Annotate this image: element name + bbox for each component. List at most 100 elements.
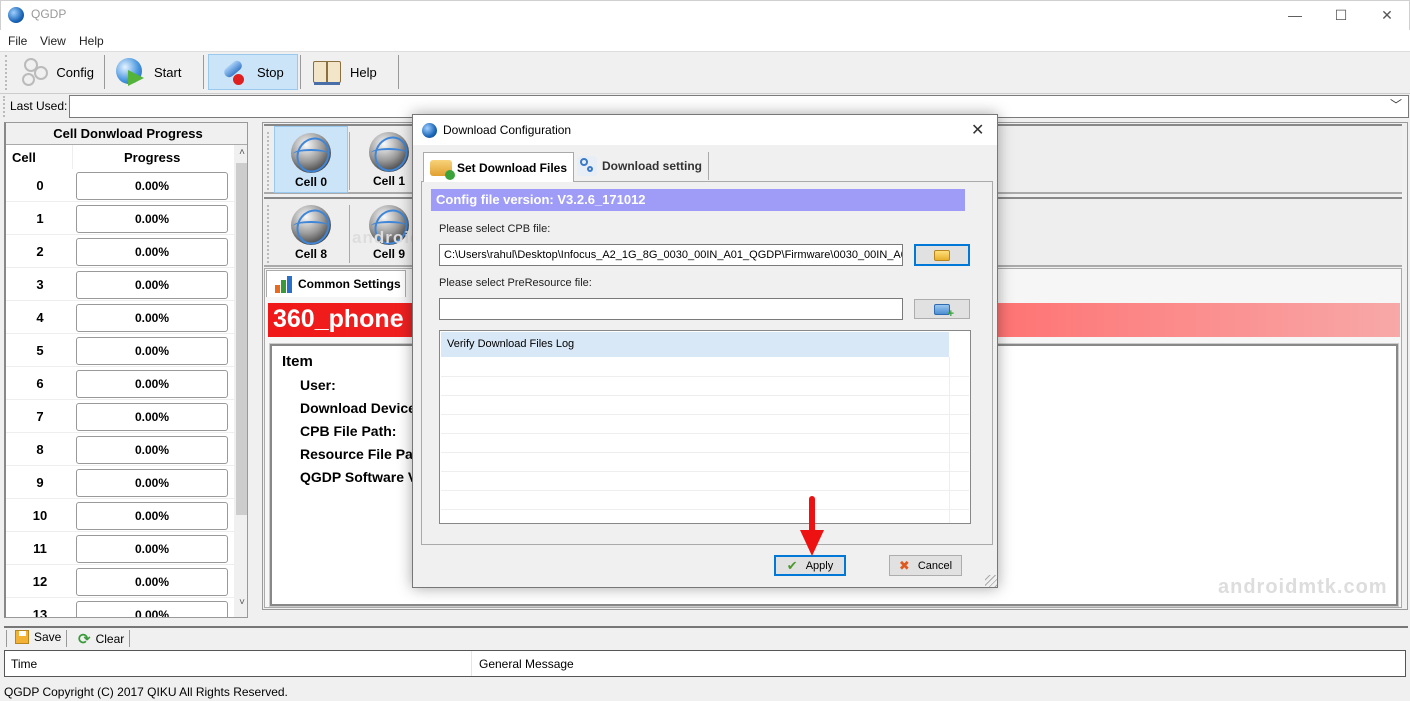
network-globe-icon xyxy=(369,132,409,172)
scroll-up-arrow[interactable]: ˄ xyxy=(236,147,247,158)
save-label: Save xyxy=(34,630,62,644)
tab-download-setting[interactable]: Download setting xyxy=(571,152,709,180)
toolbar-separator xyxy=(300,55,301,89)
cell-progress-row: 13 0.00% xyxy=(6,598,234,617)
vertical-scrollbar[interactable]: ˄ ˅ xyxy=(234,145,247,617)
menu-file[interactable]: File xyxy=(8,34,27,48)
tab-label: Common Settings xyxy=(298,277,401,291)
tab-label: Set Download Files xyxy=(457,160,568,175)
cell-number: 4 xyxy=(36,310,44,325)
apply-label: Apply xyxy=(805,559,834,572)
tab-common-settings[interactable]: Common Settings xyxy=(266,270,406,297)
item-download-device: Download Device xyxy=(300,400,416,416)
cell-progress-title: Cell Donwload Progress xyxy=(6,123,247,145)
cell-progress-value: 0.00% xyxy=(76,601,228,617)
arrow-head xyxy=(800,530,824,556)
cell-progress-row: 4 0.00% xyxy=(6,301,234,334)
cell-number: 12 xyxy=(32,574,48,589)
cancel-button[interactable]: ✖ Cancel xyxy=(889,555,962,576)
scrollbar-thumb[interactable] xyxy=(236,163,247,515)
cell-progress-value: 0.00% xyxy=(76,568,228,596)
resize-grip[interactable] xyxy=(985,575,997,587)
cell-number: 5 xyxy=(36,343,44,358)
folder-add-icon xyxy=(934,303,954,320)
save-button[interactable]: Save xyxy=(15,630,61,644)
cell-progress-value: 0.00% xyxy=(76,535,228,563)
cell-progress-value: 0.00% xyxy=(76,370,228,398)
status-text: QGDP Copyright (C) 2017 QIKU All Rights … xyxy=(4,685,288,699)
red-arrow-annotation xyxy=(800,496,824,556)
start-button[interactable]: Start xyxy=(106,54,202,90)
menu-view[interactable]: View xyxy=(40,34,66,48)
cell-progress-value: 0.00% xyxy=(76,304,228,332)
last-used-label: Last Used: xyxy=(10,99,68,113)
app-globe-icon xyxy=(8,7,24,23)
toolbar-grip[interactable] xyxy=(5,55,8,90)
item-header: Item xyxy=(282,353,313,370)
network-globe-icon xyxy=(291,205,331,245)
cell-label: Cell 0 xyxy=(294,175,327,189)
stop-plug-icon xyxy=(219,58,249,86)
status-bar: QGDP Copyright (C) 2017 QIKU All Rights … xyxy=(0,681,1410,701)
title-bar xyxy=(0,0,1410,30)
download-configuration-dialog: Download Configuration ✕ Set Download Fi… xyxy=(412,114,998,588)
clear-button[interactable]: ⟳ Clear xyxy=(78,630,124,648)
network-globe-icon xyxy=(291,133,331,173)
config-file-version: Config file version: V3.2.6_171012 xyxy=(431,189,965,211)
cell-progress-panel: Cell Donwload Progress Cell Progress 0 0.… xyxy=(4,122,248,618)
cell-number: 7 xyxy=(36,409,44,424)
cell-number: 9 xyxy=(36,475,44,490)
tab-set-download-files[interactable]: Set Download Files xyxy=(423,152,575,182)
maximize-button[interactable]: ☐ xyxy=(1318,0,1364,30)
arrow-shaft xyxy=(809,496,815,534)
cell-progress-row: 12 0.00% xyxy=(6,565,234,598)
cell-progress-value: 0.00% xyxy=(76,403,228,431)
cancel-x-icon: ✖ xyxy=(898,557,910,573)
cpb-file-label: Please select CPB file: xyxy=(439,223,551,235)
browse-preresource-button[interactable] xyxy=(914,299,970,320)
browse-cpb-button[interactable] xyxy=(914,244,970,266)
item-cpb-file-path: CPB File Path: xyxy=(300,423,397,439)
chevron-down-icon[interactable]: ﹀ xyxy=(1390,96,1402,113)
cell-progress-row: 3 0.00% xyxy=(6,268,234,301)
column-header-progress: Progress xyxy=(124,150,181,165)
toolbar-separator xyxy=(203,55,204,89)
config-label: Config xyxy=(56,64,94,80)
cell-number: 2 xyxy=(36,244,44,259)
scroll-down-arrow[interactable]: ˅ xyxy=(236,597,247,608)
verify-log-header: Verify Download Files Log xyxy=(441,332,949,357)
cell-progress-row: 7 0.00% xyxy=(6,400,234,433)
config-button[interactable]: Config xyxy=(12,54,104,90)
help-button[interactable]: Help xyxy=(302,54,398,90)
clear-label: Clear xyxy=(95,632,125,646)
apply-button[interactable]: ✔ Apply xyxy=(774,555,846,576)
cell-progress-row: 1 0.00% xyxy=(6,202,234,235)
cell-progress-row: 5 0.00% xyxy=(6,334,234,367)
cpb-file-input[interactable]: C:\Users\rahul\Desktop\Infocus_A2_1G_8G_… xyxy=(439,244,903,266)
cell-8-button[interactable]: Cell 8 xyxy=(274,199,348,266)
bar-chart-icon xyxy=(275,275,292,293)
refresh-icon: ⟳ xyxy=(78,631,91,648)
cell-progress-row: 11 0.00% xyxy=(6,532,234,565)
floppy-save-icon xyxy=(15,630,29,644)
cell-progress-value: 0.00% xyxy=(76,172,228,200)
cell-progress-value: 0.00% xyxy=(76,205,228,233)
cell-progress-value: 0.00% xyxy=(76,436,228,464)
cell-0-button[interactable]: Cell 0 xyxy=(274,126,348,193)
column-header-general-message: General Message xyxy=(479,657,574,671)
settings-gears-icon xyxy=(577,156,597,176)
stop-button[interactable]: Stop xyxy=(208,54,298,90)
minimize-button[interactable]: — xyxy=(1272,0,1318,30)
menu-help[interactable]: Help xyxy=(79,34,104,48)
close-button[interactable]: ✕ xyxy=(1364,0,1410,30)
cell-progress-value: 0.00% xyxy=(76,469,228,497)
cell-number: 10 xyxy=(32,508,48,523)
cell-label: Cell 1 xyxy=(372,174,405,188)
cell-progress-row: 8 0.00% xyxy=(6,433,234,466)
dialog-close-button[interactable]: ✕ xyxy=(971,120,984,140)
cell-label: Cell 9 xyxy=(372,247,405,261)
cell-progress-row: 2 0.00% xyxy=(6,235,234,268)
start-globe-play-icon xyxy=(116,58,146,86)
preresource-file-input[interactable] xyxy=(439,298,903,320)
dialog-title: Download Configuration xyxy=(443,123,572,137)
